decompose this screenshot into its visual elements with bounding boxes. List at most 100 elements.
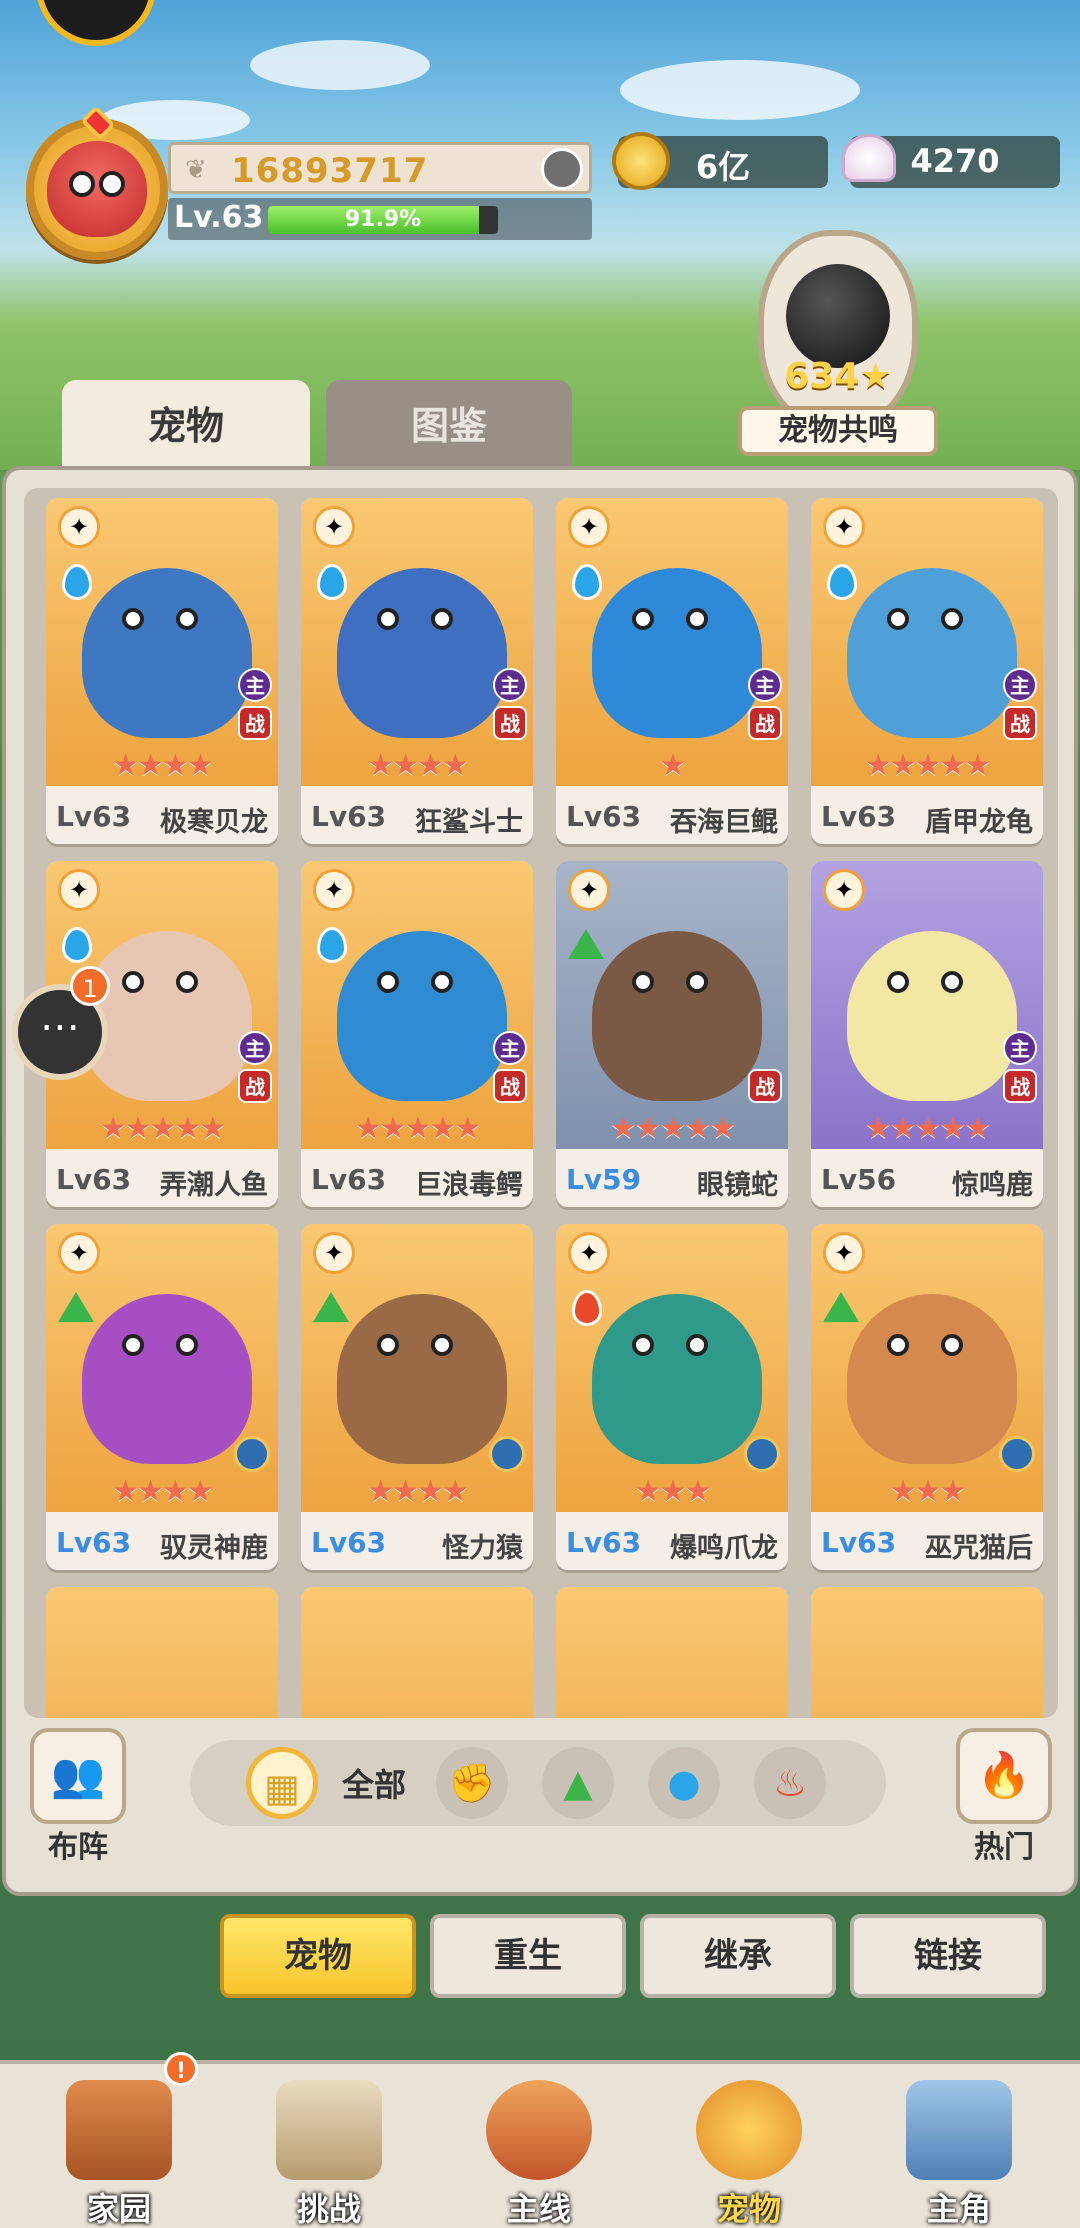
pet-creature xyxy=(82,568,252,738)
pet-footer: Lv63 怪力猿 xyxy=(301,1512,533,1570)
player-avatar[interactable] xyxy=(26,118,168,260)
pet-card[interactable]: ✦ 主战 ★★★★★ Lv56 惊鸣鹿 xyxy=(811,861,1043,1207)
pet-card[interactable]: ✦ ★★★★ Lv63 怪力猿 xyxy=(301,1224,533,1570)
pet-eye xyxy=(686,1334,708,1356)
pet-creature xyxy=(592,1294,762,1464)
action-pets-button[interactable]: 宠物 xyxy=(220,1914,416,1998)
battle-badge: 战 xyxy=(1003,1069,1037,1103)
filter-fire-button[interactable]: ♨ xyxy=(754,1747,826,1819)
nav-main-story[interactable]: 主线 xyxy=(464,2080,614,2228)
pet-level: Lv63 xyxy=(56,1163,132,1196)
wolf-emblem-icon[interactable] xyxy=(541,148,583,190)
pet-card[interactable]: ✦ 主战 ★★★★ Lv63 狂鲨斗士 xyxy=(301,498,533,844)
nav-challenge[interactable]: 挑战 xyxy=(254,2080,404,2228)
tab-collection[interactable]: 图鉴 xyxy=(326,380,572,476)
pet-grid[interactable]: ✦ 主战 ★★★★ Lv63 极寒贝龙 ✦ 主战 ★★★★ Lv63 狂鲨斗士 ✦ 主战 ★ Lv63 吞海… xyxy=(24,488,1058,1718)
pet-footer: Lv63 吞海巨鲲 xyxy=(556,786,788,844)
pet-card[interactable]: ✦ 主战 ★★★★ Lv63 极寒贝龙 xyxy=(46,498,278,844)
pet-stars: ★★★★ xyxy=(112,1474,214,1509)
nav-challenge-label: 挑战 xyxy=(296,2190,361,2228)
water-element-icon xyxy=(317,564,347,600)
water-element-icon xyxy=(317,927,347,963)
pet-card[interactable]: ✦ 战 ★★★★★ Lv59 眼镜蛇 xyxy=(556,861,788,1207)
main-badge: 主 xyxy=(1003,668,1037,702)
pet-creature xyxy=(337,568,507,738)
filter-grass-button[interactable]: ▲ xyxy=(542,1747,614,1819)
class-badge-icon: ✦ xyxy=(568,1232,610,1274)
pet-card[interactable]: ✦ 主战 ★★★★★ Lv63 盾甲龙龟 xyxy=(811,498,1043,844)
pet-card[interactable]: ✦ ★★★★ Lv63 驭灵神鹿 xyxy=(46,1224,278,1570)
nav-hero[interactable]: 主角 xyxy=(884,2080,1034,2228)
water-drop-icon: ● xyxy=(667,1761,701,1805)
water-element-icon xyxy=(62,927,92,963)
action-inherit-button[interactable]: 继承 xyxy=(640,1914,836,1998)
pet-eye xyxy=(176,1334,198,1356)
pet-creature xyxy=(847,931,1017,1101)
flame-icon: 🔥 xyxy=(976,1750,1032,1801)
pet-eye xyxy=(122,1334,144,1356)
action-rebirth-button[interactable]: 重生 xyxy=(430,1914,626,1998)
pet-footer: Lv63 巨浪毒鳄 xyxy=(301,1149,533,1207)
people-icon: 👥 xyxy=(50,1750,106,1801)
pet-card-partial[interactable] xyxy=(301,1587,533,1718)
pet-name: 盾甲龙龟 xyxy=(925,807,1033,838)
pet-card-partial[interactable] xyxy=(46,1587,278,1718)
pet-name: 惊鸣鹿 xyxy=(952,1170,1033,1201)
pet-creature xyxy=(847,1294,1017,1464)
class-badge-icon: ✦ xyxy=(58,1232,100,1274)
pet-card[interactable]: ✦ ★★★ Lv63 巫咒猫后 xyxy=(811,1224,1043,1570)
filter-all-button[interactable]: ▦ xyxy=(246,1747,318,1819)
pet-stars: ★ xyxy=(659,748,687,783)
pet-stars: ★★★★★ xyxy=(864,1111,991,1146)
fire-icon: ♨ xyxy=(772,1761,808,1805)
pet-resonance-button[interactable]: 634★ 宠物共鸣 xyxy=(728,230,948,460)
pet-card-partial[interactable] xyxy=(556,1587,788,1718)
grid-icon: ▦ xyxy=(264,1766,300,1810)
pet-card[interactable]: ✦ ★★★ Lv63 爆鸣爪龙 xyxy=(556,1224,788,1570)
pet-creature xyxy=(592,931,762,1101)
class-badge-icon: ✦ xyxy=(568,869,610,911)
pet-stars: ★★★★★ xyxy=(864,748,991,783)
grass-element-icon xyxy=(58,1292,94,1322)
class-badge-icon: ✦ xyxy=(568,506,610,548)
pet-name: 眼镜蛇 xyxy=(697,1170,778,1201)
action-link-button[interactable]: 链接 xyxy=(850,1914,1046,1998)
resonance-value: 634★ xyxy=(784,356,892,397)
pet-name: 爆鸣爪龙 xyxy=(670,1533,778,1564)
pet-footer: Lv63 盾甲龙龟 xyxy=(811,786,1043,844)
fire-element-icon xyxy=(572,1290,602,1326)
pet-level: Lv63 xyxy=(56,1526,132,1559)
pet-dragon-icon xyxy=(696,2080,802,2180)
nav-main-story-label: 主线 xyxy=(506,2190,571,2228)
pet-card[interactable]: ✦ 主战 ★ Lv63 吞海巨鲲 xyxy=(556,498,788,844)
pet-level: Lv63 xyxy=(566,800,642,833)
gold-value: 6亿 xyxy=(695,148,751,186)
gold-display[interactable]: 6亿 xyxy=(612,132,828,190)
battle-badge: 战 xyxy=(493,706,527,740)
pet-level: Lv63 xyxy=(56,800,132,833)
filter-claw-button[interactable]: ✊ xyxy=(436,1747,508,1819)
battle-badge: 战 xyxy=(1003,706,1037,740)
hot-button[interactable]: 🔥 xyxy=(956,1728,1052,1824)
pet-eye xyxy=(887,971,909,993)
combat-power-value: 16893717 xyxy=(231,151,429,191)
exp-percent: 91.9% xyxy=(344,207,422,232)
pet-card-partial[interactable] xyxy=(811,1587,1043,1718)
battle-badge: 战 xyxy=(748,1069,782,1103)
pet-stars: ★★★★★ xyxy=(609,1111,736,1146)
pet-footer: Lv56 惊鸣鹿 xyxy=(811,1149,1043,1207)
pet-portrait: ✦ 主战 ★★★★ xyxy=(301,498,533,786)
wings-icon: ❦ xyxy=(185,155,207,185)
pet-eye xyxy=(632,608,654,630)
formation-button[interactable]: 👥 xyxy=(30,1728,126,1824)
nav-pets[interactable]: 宠物 xyxy=(674,2080,824,2228)
pet-eye xyxy=(176,971,198,993)
pet-name: 极寒贝龙 xyxy=(160,807,268,838)
filter-water-button[interactable]: ● xyxy=(648,1747,720,1819)
shell-display[interactable]: 4270 xyxy=(842,134,1060,188)
pet-card[interactable]: ✦ 主战 ★★★★★ Lv63 巨浪毒鳄 xyxy=(301,861,533,1207)
class-badge-icon: ✦ xyxy=(313,506,355,548)
nav-hero-label: 主角 xyxy=(926,2190,991,2228)
nav-home[interactable]: 家园 xyxy=(44,2080,194,2228)
pet-eye xyxy=(377,1334,399,1356)
